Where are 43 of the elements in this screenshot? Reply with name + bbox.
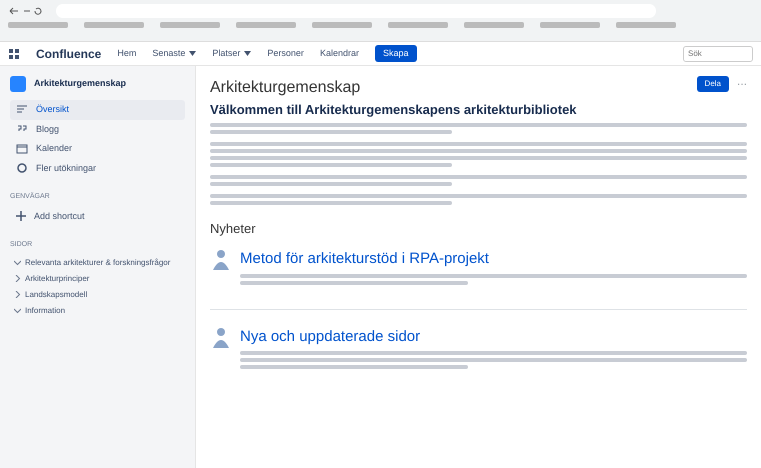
add-shortcut-link[interactable]: Add shortcut — [10, 206, 185, 226]
page-tree-item[interactable]: Landskapsmodell — [10, 286, 185, 302]
post-title[interactable]: Nya och uppdaterade sidor — [240, 326, 747, 348]
space-icon — [10, 76, 26, 92]
search-field[interactable]: Sök — [683, 46, 753, 62]
bookmark[interactable] — [160, 22, 220, 28]
bookmark[interactable] — [388, 22, 448, 28]
share-button[interactable]: Dela — [696, 76, 729, 92]
nav-link[interactable]: Kalendrar — [320, 46, 359, 60]
nav-link[interactable]: Personer — [267, 46, 304, 60]
product-logo[interactable]: Confluence — [36, 44, 102, 62]
space-name[interactable]: Arkitekturgemenskap — [34, 77, 126, 91]
bookmark[interactable] — [616, 22, 676, 28]
circle-icon — [16, 162, 28, 174]
post-title[interactable]: Metod för arkitekturstöd i RPA-projekt — [240, 248, 747, 270]
bookmark[interactable] — [464, 22, 524, 28]
sidebar-item[interactable]: Fler utökningar — [10, 158, 185, 178]
sidebar-item[interactable]: Översikt — [10, 100, 185, 120]
space-title: Arkitekturgemenskap — [210, 78, 362, 98]
plus-icon — [16, 211, 26, 222]
more-button[interactable]: ··· — [737, 76, 747, 92]
bookmark[interactable] — [312, 22, 372, 28]
page-tree-item[interactable]: Information — [10, 302, 185, 318]
page-title: Välkommen till Arkitekturgemenskapens arkitekturbibliotek — [210, 101, 578, 119]
bookmark[interactable] — [540, 22, 600, 28]
bookmark[interactable] — [8, 22, 68, 28]
calendar-icon — [16, 142, 28, 155]
page-tree-item[interactable]: Relevanta arkitekturer & forskningsfrågor — [10, 254, 185, 270]
app-grid-icon[interactable] — [8, 48, 20, 60]
nav-link[interactable]: Senaste — [152, 46, 196, 60]
page-tree-item[interactable]: Arkitekturprinciper — [10, 270, 185, 286]
caret-icon — [189, 51, 196, 56]
nav-link[interactable]: Hem — [117, 46, 136, 60]
create-button[interactable]: Skapa — [374, 44, 416, 62]
sidebar-item[interactable]: Kalender — [10, 139, 185, 158]
sidebar-item[interactable]: Blogg — [10, 120, 185, 139]
caret-icon — [244, 51, 252, 56]
section-heading: Nyheter — [210, 220, 257, 238]
author-avatar-icon — [210, 248, 232, 272]
bookmark[interactable] — [236, 22, 296, 28]
bookmark[interactable] — [84, 22, 144, 28]
author-avatar-icon — [210, 326, 232, 350]
nav-link[interactable]: Platser — [212, 46, 252, 60]
